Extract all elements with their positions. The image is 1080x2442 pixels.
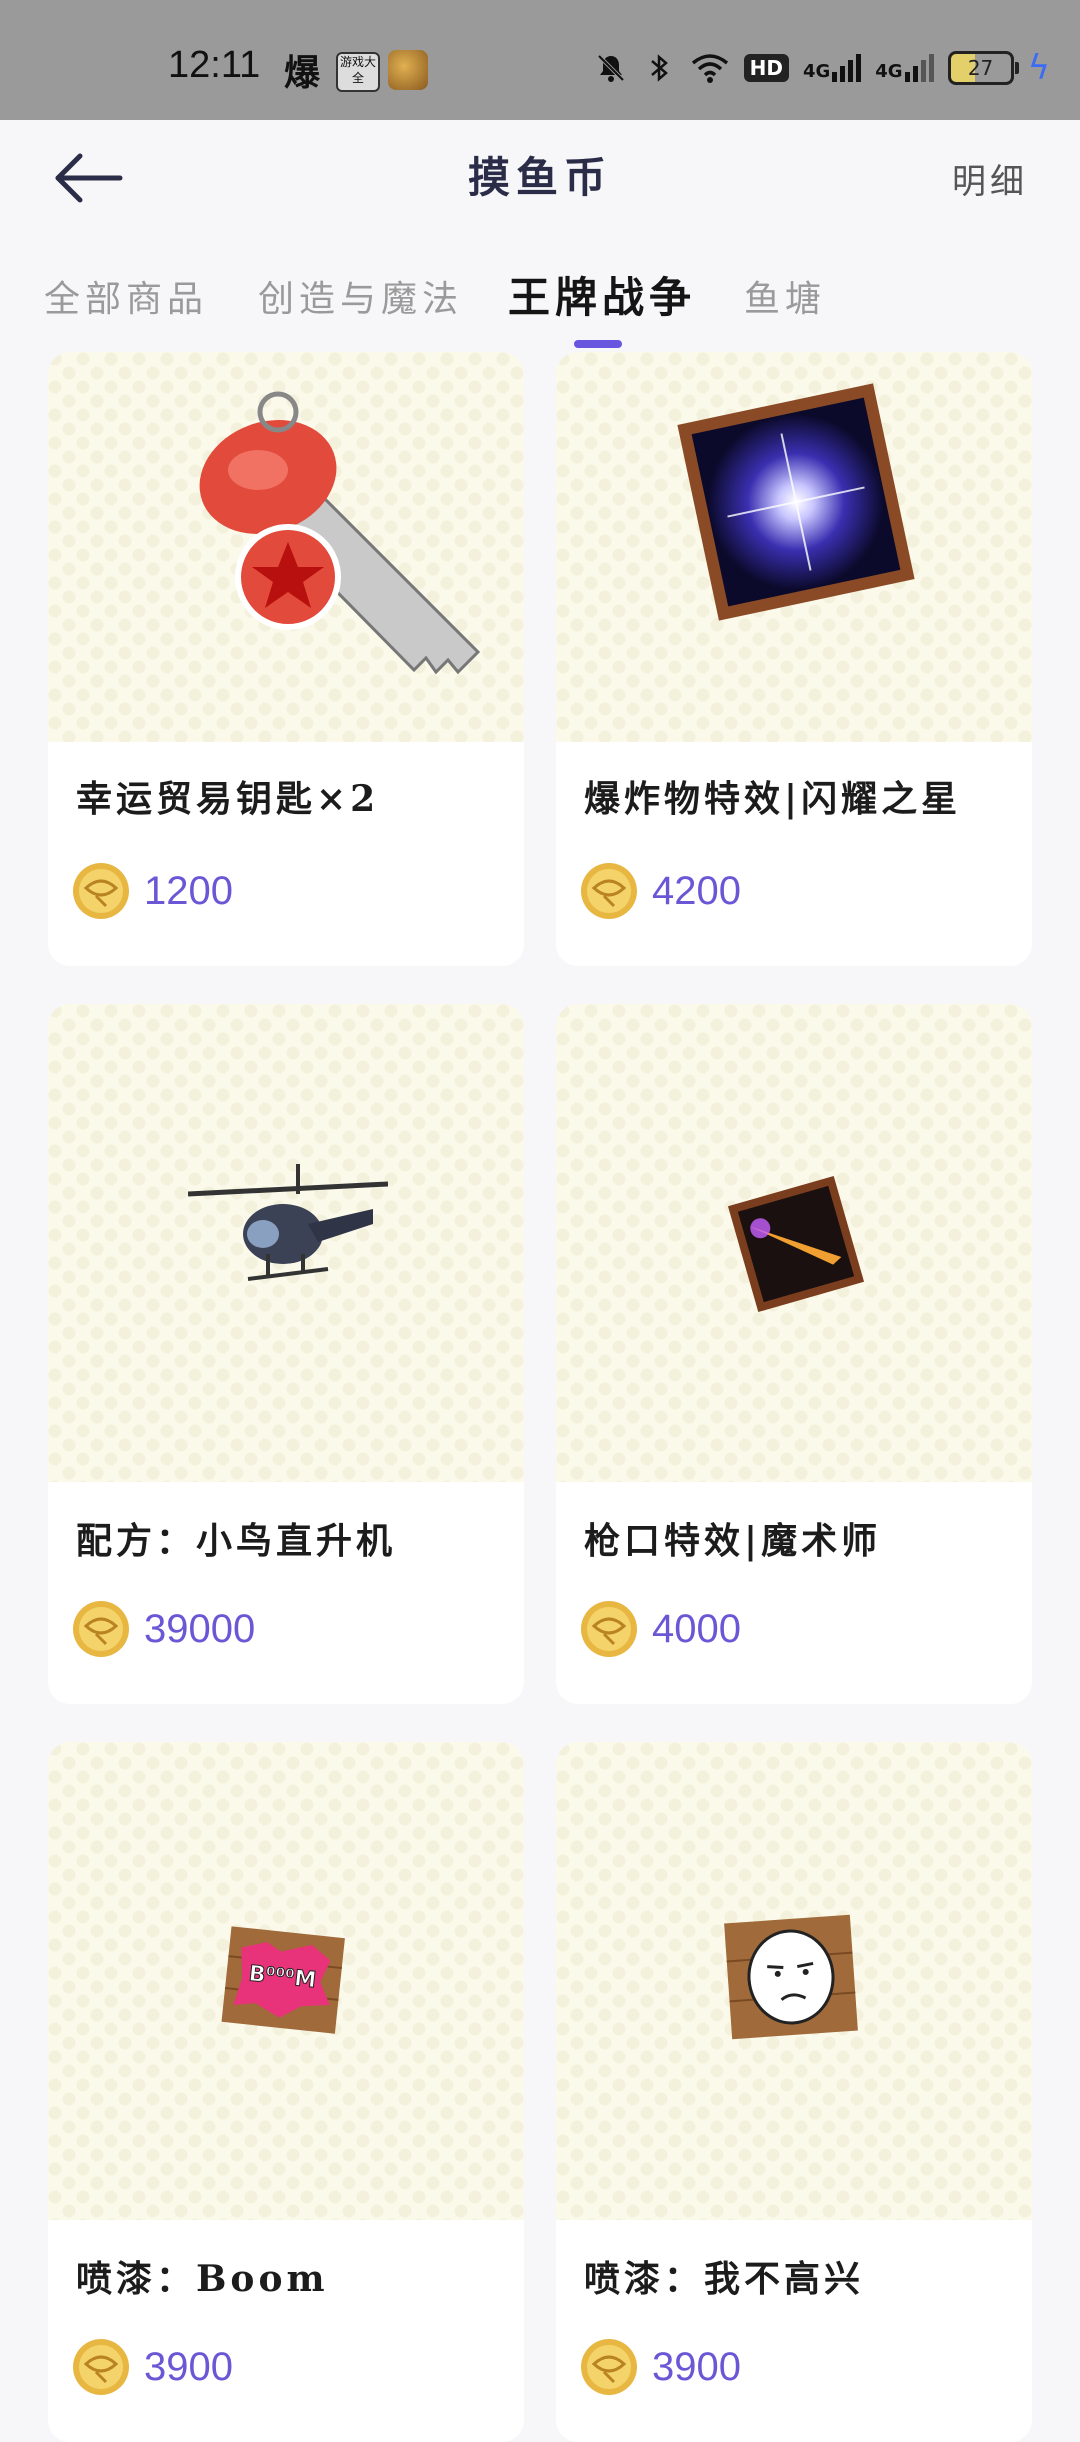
fish-coin-icon	[73, 1601, 129, 1657]
shining-star-effect-icon	[677, 383, 915, 621]
tab-all-products[interactable]: 全部商品	[44, 270, 208, 322]
mute-bell-icon	[597, 54, 625, 82]
product-name: 喷漆：我不高兴	[584, 2258, 865, 2300]
product-image: B⁰⁰⁰M	[48, 1742, 524, 2220]
top-bar: 摸鱼币 明细	[0, 120, 1080, 240]
product-image	[556, 352, 1032, 742]
fish-coin-icon	[581, 863, 637, 919]
price: 3900	[652, 2344, 741, 2389]
signal-4g-1: 4G	[803, 54, 862, 82]
product-name: 幸运贸易钥匙×2	[76, 778, 380, 820]
tab-fish-pond[interactable]: 鱼塘	[744, 270, 826, 322]
muzzle-effect-icon	[727, 1175, 865, 1313]
wifi-icon	[691, 54, 728, 83]
price: 1200	[144, 868, 233, 913]
fish-coin-icon	[73, 2339, 129, 2395]
price-row: 4000	[580, 1600, 741, 1658]
status-icons: HD 4G 4G 27 ϟ	[594, 48, 1050, 88]
product-image	[48, 352, 524, 742]
detail-link[interactable]: 明细	[952, 154, 1028, 203]
tab-create-and-magic[interactable]: 创造与魔法	[258, 270, 463, 322]
product-card[interactable]: 配方：小鸟直升机 39000	[48, 1004, 524, 1704]
price-row: 4200	[580, 862, 741, 920]
product-card[interactable]: 喷漆：我不高兴 3900	[556, 1742, 1032, 2442]
product-image	[556, 1004, 1032, 1482]
category-tabs: 全部商品 创造与魔法 王牌战争 鱼塘	[0, 250, 1080, 350]
price: 4200	[652, 868, 741, 913]
active-tab-indicator	[574, 340, 622, 348]
price-row: 3900	[72, 2338, 233, 2396]
key-icon	[199, 391, 481, 675]
fish-coin-icon	[581, 2339, 637, 2395]
price: 3900	[144, 2344, 233, 2389]
signal-4g-2: 4G	[875, 54, 934, 82]
price-row: 3900	[580, 2338, 741, 2396]
status-time: 12:11	[168, 44, 261, 86]
hd-badge: HD	[743, 54, 789, 82]
product-card[interactable]: 幸运贸易钥匙×2 1200	[48, 352, 524, 966]
product-name: 喷漆：Boom	[76, 2258, 329, 2300]
status-app-text: 爆	[284, 53, 321, 94]
product-image	[556, 1742, 1032, 2220]
price-row: 39000	[72, 1600, 255, 1658]
game-box-app-icon: 游戏大全	[336, 52, 380, 92]
fish-coin-icon	[581, 1601, 637, 1657]
unhappy-spray-icon	[724, 1914, 858, 2040]
product-image	[48, 1004, 524, 1482]
price-row: 1200	[72, 862, 233, 920]
product-name: 配方：小鸟直升机	[76, 1520, 397, 1562]
product-card[interactable]: 枪口特效|魔术师 4000	[556, 1004, 1032, 1704]
price: 39000	[144, 1606, 256, 1651]
page-title: 摸鱼币	[467, 153, 612, 202]
battery-icon: 27	[947, 51, 1019, 85]
product-name: 枪口特效|魔术师	[584, 1520, 882, 1562]
helicopter-icon	[188, 1164, 388, 1281]
product-name: 爆炸物特效|闪耀之星	[584, 778, 962, 820]
product-card[interactable]: B⁰⁰⁰M 喷漆：Boom 3900	[48, 1742, 524, 2442]
product-card[interactable]: 爆炸物特效|闪耀之星 4200	[556, 352, 1032, 966]
status-bar: 12:11 爆 游戏大全 HD 4G 4G 27 ϟ	[0, 0, 1080, 120]
charging-icon: ϟ	[1027, 48, 1050, 88]
game-app-icon	[388, 50, 428, 90]
price: 4000	[652, 1606, 741, 1651]
tab-ace-war[interactable]: 王牌战争	[508, 264, 696, 325]
bluetooth-icon	[650, 54, 668, 82]
boom-spray-icon: B⁰⁰⁰M	[221, 1926, 345, 2034]
fish-coin-icon	[73, 863, 129, 919]
